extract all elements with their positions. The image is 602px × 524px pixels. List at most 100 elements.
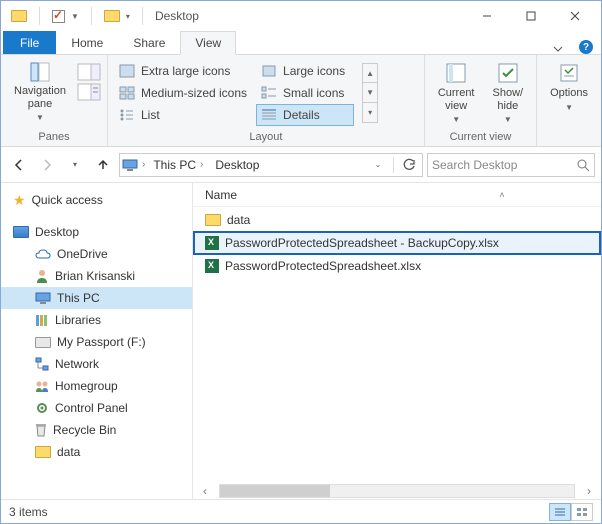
tree-network[interactable]: Network xyxy=(1,353,192,375)
close-button[interactable] xyxy=(553,1,597,31)
scroll-right-button[interactable]: › xyxy=(581,484,597,498)
layout-gallery-expand[interactable]: ▾ xyxy=(362,103,378,123)
layout-scroll-up[interactable]: ▲ xyxy=(362,63,378,83)
tab-file[interactable]: File xyxy=(3,31,56,54)
layout-label: Medium-sized icons xyxy=(141,86,247,100)
breadcrumb-this-pc[interactable]: This PC› xyxy=(149,154,207,176)
forward-button[interactable] xyxy=(35,153,59,177)
help-button[interactable]: ? xyxy=(571,39,601,55)
maximize-button[interactable] xyxy=(509,1,553,31)
file-row-excel[interactable]: PasswordProtectedSpreadsheet.xlsx xyxy=(193,255,601,277)
column-sort-indicator[interactable]: ˄ xyxy=(403,190,601,200)
folder-icon xyxy=(11,10,27,22)
recent-locations-button[interactable]: ▾ xyxy=(63,153,87,177)
details-pane-button[interactable] xyxy=(77,83,101,101)
address-bar[interactable]: › This PC› Desktop ⌄ xyxy=(119,153,423,177)
tab-share[interactable]: Share xyxy=(118,31,180,54)
group-label-layout: Layout xyxy=(114,129,418,146)
tab-home[interactable]: Home xyxy=(56,31,118,54)
tree-desktop[interactable]: Desktop xyxy=(1,221,192,243)
tree-user[interactable]: Brian Krisanski xyxy=(1,265,192,287)
refresh-button[interactable] xyxy=(398,154,420,176)
layout-medium[interactable]: Medium-sized icons xyxy=(114,82,256,104)
show-hide-button[interactable]: Show/ hide ▼ xyxy=(486,57,531,129)
tab-view[interactable]: View xyxy=(180,31,236,55)
breadcrumb-desktop[interactable]: Desktop xyxy=(211,154,263,176)
qat-dropdown2-icon[interactable]: ▾ xyxy=(126,12,130,21)
tree-onedrive[interactable]: OneDrive xyxy=(1,243,192,265)
layout-small[interactable]: Small icons xyxy=(256,82,354,104)
current-view-button[interactable]: Current view ▼ xyxy=(431,57,482,129)
drive-icon xyxy=(35,337,51,348)
back-button[interactable] xyxy=(7,153,31,177)
item-count: 3 items xyxy=(9,505,48,519)
desktop-icon xyxy=(13,226,29,238)
pc-icon xyxy=(122,159,138,171)
dropdown-icon: ▼ xyxy=(565,103,573,112)
scroll-left-button[interactable]: ‹ xyxy=(197,484,213,498)
file-row-folder[interactable]: data xyxy=(193,209,601,231)
group-label-current-view: Current view xyxy=(431,129,530,146)
gear-icon xyxy=(35,401,49,415)
list-icon xyxy=(119,108,135,122)
network-icon xyxy=(35,357,49,371)
options-icon xyxy=(558,62,580,84)
details-icon xyxy=(261,108,277,122)
tree-this-pc[interactable]: This PC xyxy=(1,287,192,309)
scrollbar-track[interactable] xyxy=(219,484,575,498)
ribbon-collapse-icon[interactable] xyxy=(545,44,571,54)
qat-dropdown-icon[interactable]: ▼ xyxy=(71,12,79,21)
large-icons-icon xyxy=(261,64,277,78)
layout-list[interactable]: List xyxy=(114,104,256,126)
tree-quick-access[interactable]: ★Quick access xyxy=(1,189,192,211)
tree-recycle-bin[interactable]: Recycle Bin xyxy=(1,419,192,441)
layout-label: Extra large icons xyxy=(141,64,230,78)
ribbon-group-current-view: Current view ▼ Show/ hide ▼ Current view xyxy=(425,55,537,146)
recycle-bin-icon xyxy=(35,423,47,437)
tree-data-folder[interactable]: data xyxy=(1,441,192,463)
title-bar: ▼ ▾ Desktop xyxy=(1,1,601,31)
tree-control-panel[interactable]: Control Panel xyxy=(1,397,192,419)
layout-scroll-down[interactable]: ▼ xyxy=(362,83,378,103)
dropdown-icon: ▼ xyxy=(504,115,512,124)
qat-checkbox[interactable] xyxy=(52,10,65,23)
search-box[interactable]: Search Desktop xyxy=(427,153,595,177)
help-icon: ? xyxy=(579,40,593,54)
cloud-icon xyxy=(35,249,51,260)
preview-pane-button[interactable] xyxy=(77,63,101,81)
dropdown-icon: ▼ xyxy=(36,113,44,122)
layout-label: Small icons xyxy=(283,86,344,100)
navigation-pane-label: Navigation pane xyxy=(14,85,66,110)
layout-details[interactable]: Details xyxy=(256,104,354,126)
minimize-button[interactable] xyxy=(465,1,509,31)
tree-label: Recycle Bin xyxy=(53,423,116,437)
layout-label: List xyxy=(141,108,160,122)
address-dropdown-button[interactable]: ⌄ xyxy=(367,154,389,176)
search-placeholder: Search Desktop xyxy=(432,158,517,172)
scrollbar-thumb[interactable] xyxy=(220,485,330,497)
small-icons-icon xyxy=(261,86,277,100)
tree-libraries[interactable]: Libraries xyxy=(1,309,192,331)
horizontal-scrollbar[interactable]: ‹ › xyxy=(193,482,601,499)
sort-up-icon: ˄ xyxy=(499,190,504,200)
tree-label: Libraries xyxy=(55,313,101,327)
layout-large[interactable]: Large icons xyxy=(256,60,354,82)
excel-icon xyxy=(205,236,219,250)
column-name[interactable]: Name xyxy=(193,188,403,202)
navigation-pane-button[interactable]: Navigation pane ▼ xyxy=(7,57,73,127)
content-area: ★Quick access Desktop OneDrive Brian Kri… xyxy=(1,183,601,499)
column-headers: Name ˄ xyxy=(193,183,601,207)
layout-extra-large[interactable]: Extra large icons xyxy=(114,60,256,82)
tree-homegroup[interactable]: Homegroup xyxy=(1,375,192,397)
quick-access-toolbar: ▼ ▾ xyxy=(5,7,155,25)
details-view-button[interactable] xyxy=(549,503,571,521)
chevron-right-icon[interactable]: › xyxy=(142,159,145,170)
up-button[interactable] xyxy=(91,153,115,177)
pc-icon xyxy=(35,292,51,304)
tree-drive[interactable]: My Passport (F:) xyxy=(1,331,192,353)
options-button[interactable]: Options ▼ xyxy=(543,57,595,117)
thumbnails-view-button[interactable] xyxy=(571,503,593,521)
file-row-excel-highlighted[interactable]: PasswordProtectedSpreadsheet - BackupCop… xyxy=(193,231,601,255)
tree-label: Homegroup xyxy=(55,379,118,393)
file-list[interactable]: data PasswordProtectedSpreadsheet - Back… xyxy=(193,207,601,482)
